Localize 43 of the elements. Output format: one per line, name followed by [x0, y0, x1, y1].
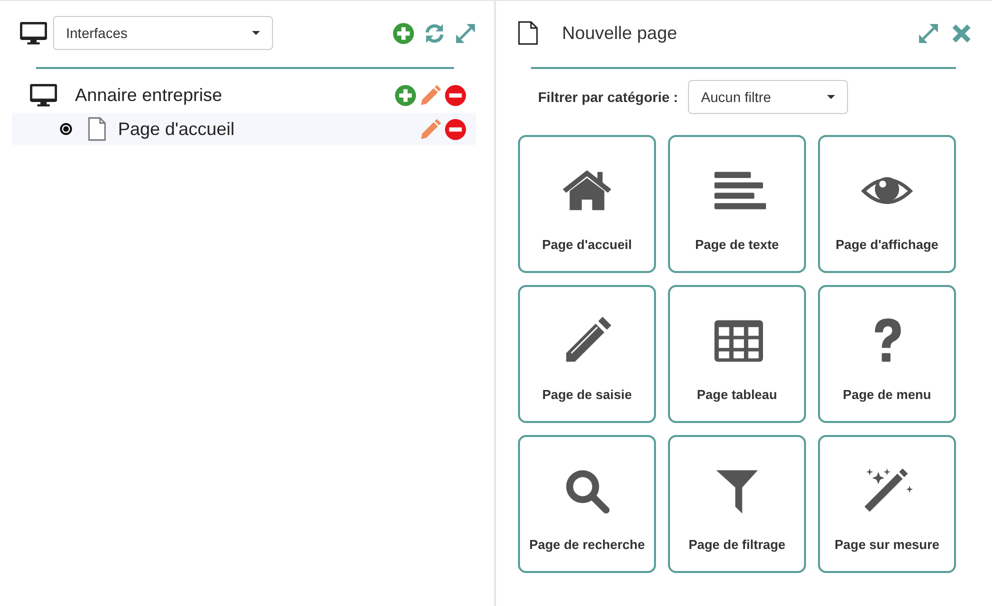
interface-select[interactable]: Interfaces [53, 16, 273, 50]
page-type-tile[interactable]: Page de recherche [518, 435, 656, 573]
page-type-tile[interactable]: Page d'affichage [818, 135, 956, 273]
caret-icon [827, 95, 836, 99]
page-type-tile[interactable]: Page sur mesure [818, 435, 956, 573]
tile-label: Page sur mesure [834, 537, 940, 552]
document-icon [86, 117, 108, 141]
remove-icon[interactable] [445, 118, 466, 140]
close-icon[interactable] [951, 22, 972, 44]
expand-icon[interactable] [918, 22, 939, 44]
page-type-tile[interactable]: Page de saisie [518, 285, 656, 423]
panel-title: Nouvelle page [562, 22, 678, 44]
page-type-tile[interactable]: Page de filtrage [668, 435, 806, 573]
document-icon [518, 21, 538, 45]
page-type-tile[interactable]: Page d'accueil [518, 135, 656, 273]
add-icon[interactable] [393, 22, 414, 44]
refresh-icon[interactable] [424, 22, 445, 44]
tile-label: Page d'accueil [542, 237, 632, 252]
monitor-icon [20, 22, 47, 44]
pencil-icon[interactable] [420, 118, 441, 140]
page-type-tile[interactable]: Page de menu [818, 285, 956, 423]
remove-icon[interactable] [445, 84, 466, 106]
tile-label: Page de saisie [542, 387, 632, 402]
monitor-icon [30, 84, 57, 106]
tile-label: Page de menu [842, 387, 932, 402]
expand-icon[interactable] [455, 22, 476, 44]
add-icon[interactable] [395, 84, 416, 106]
tree-item-label: Annaire entreprise [75, 84, 222, 106]
tree-item-label: Page d'accueil [118, 118, 235, 140]
pencil-icon[interactable] [420, 84, 441, 106]
tile-label: Page tableau [696, 387, 778, 402]
page-type-tile[interactable]: Page tableau [668, 285, 806, 423]
tile-label: Page d'affichage [836, 237, 938, 252]
tile-label: Page de filtrage [688, 537, 786, 552]
caret-icon [252, 31, 260, 35]
category-select[interactable]: Aucun filtre [688, 80, 848, 114]
tile-label: Page de texte [695, 237, 779, 252]
page-type-tile[interactable]: Page de texte [668, 135, 806, 273]
tile-label: Page de recherche [529, 537, 645, 552]
tree-row[interactable]: Page d'accueil [12, 113, 476, 145]
radio-button[interactable] [60, 123, 72, 135]
tree-row[interactable]: Annaire entreprise [12, 79, 476, 111]
filter-label: Filtrer par catégorie : [538, 89, 678, 105]
